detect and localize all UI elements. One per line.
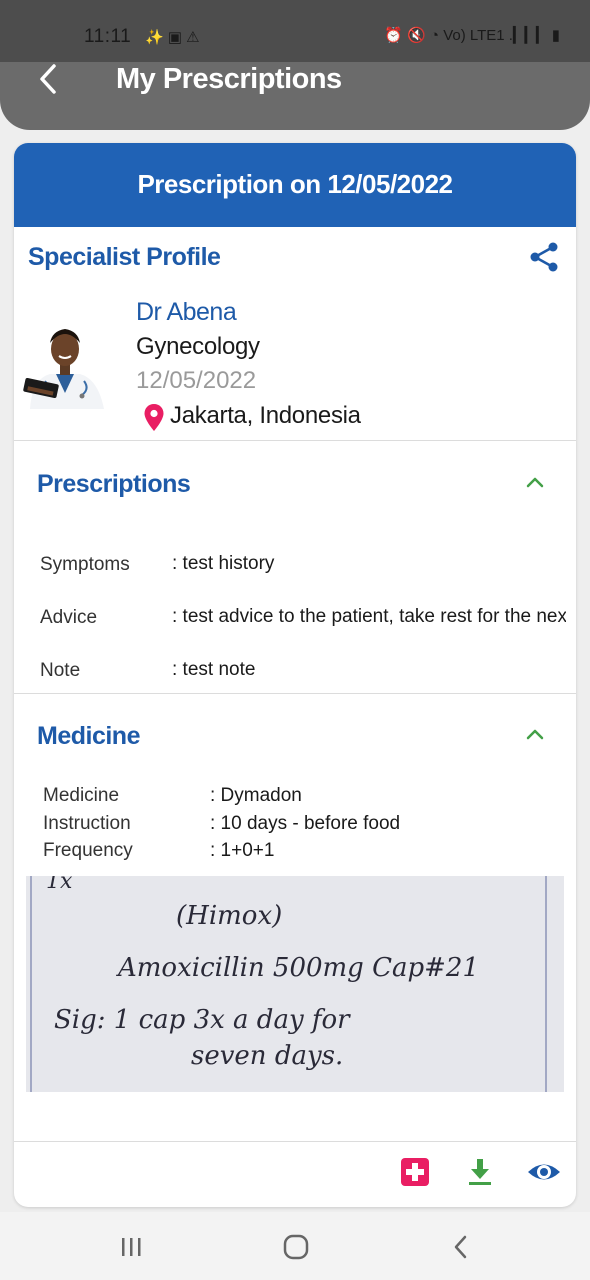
- back-icon[interactable]: [446, 1232, 476, 1262]
- prescription-header: Prescription on 12/05/2022: [14, 143, 576, 227]
- recent-apps-icon[interactable]: [116, 1232, 146, 1262]
- doctor-location-text: Jakarta, Indonesia: [170, 402, 361, 429]
- handwritten-line: Amoxicillin 500mg Cap#21: [116, 953, 479, 983]
- prescription-date: 12/05/2022: [136, 367, 257, 394]
- status-time: 11:11: [84, 26, 132, 47]
- doctor-name[interactable]: Dr Abena: [136, 298, 237, 327]
- doctor-specialty: Gynecology: [136, 333, 260, 360]
- medicine-section-title[interactable]: Medicine: [37, 722, 140, 751]
- symptoms-label: Symptoms: [40, 554, 130, 575]
- advice-value: : test advice to the patient, take rest …: [172, 606, 566, 627]
- back-arrow-icon[interactable]: [34, 62, 64, 98]
- location-pin-icon: [144, 404, 164, 431]
- medicine-value: : Dymadon: [210, 785, 302, 806]
- handwritten-line: (Himox): [176, 901, 282, 931]
- prescriptions-section-title[interactable]: Prescriptions: [37, 470, 191, 499]
- divider: [14, 693, 576, 694]
- medical-cross-icon[interactable]: [400, 1157, 430, 1187]
- instruction-label: Instruction: [43, 813, 131, 834]
- prescription-card: Prescription on 12/05/2022 Specialist Pr…: [14, 143, 576, 1207]
- prescription-header-title: Prescription on 12/05/2022: [137, 169, 453, 199]
- chevron-up-icon[interactable]: [525, 727, 545, 741]
- handwritten-line: Sig: 1 cap 3x a day for: [54, 1005, 351, 1035]
- page-title: My Prescriptions: [116, 63, 342, 95]
- note-label: Note: [40, 660, 81, 681]
- status-bar: 11:11 ✨ ▣ ⚠ ⏰ 🔇 ◔ Vo) LTE1 .▎▎▎ ▮: [0, 0, 590, 62]
- advice-label: Advice: [40, 607, 98, 628]
- chevron-up-icon[interactable]: [525, 475, 545, 489]
- app-bar: My Prescriptions: [0, 62, 590, 130]
- symptoms-value: : test history: [172, 553, 275, 574]
- divider: [14, 440, 576, 441]
- specialist-profile-title: Specialist Profile: [28, 243, 221, 271]
- status-left-icons: ✨ ▣ ⚠: [145, 29, 200, 46]
- handwritten-line: 1x: [46, 876, 73, 894]
- download-icon[interactable]: [465, 1157, 495, 1187]
- divider: [14, 1141, 576, 1142]
- prescription-image[interactable]: 1x (Himox) Amoxicillin 500mg Cap#21 Sig:…: [26, 876, 564, 1092]
- system-nav-bar: [0, 1212, 590, 1280]
- frequency-label: Frequency: [43, 840, 133, 861]
- handwritten-line: seven days.: [191, 1041, 343, 1071]
- note-value: : test note: [172, 659, 256, 680]
- medicine-label: Medicine: [43, 785, 120, 806]
- share-icon[interactable]: [528, 241, 560, 273]
- status-right-icons: ⏰ 🔇 ◔ Vo) LTE1 .▎▎▎ ▮: [384, 27, 560, 44]
- doctor-avatar: [20, 319, 110, 409]
- home-icon[interactable]: [281, 1232, 311, 1262]
- handwritten-prescription: 1x (Himox) Amoxicillin 500mg Cap#21 Sig:…: [26, 876, 564, 1092]
- eye-icon[interactable]: [526, 1157, 562, 1187]
- instruction-value: : 10 days - before food: [210, 813, 401, 834]
- frequency-value: : 1+0+1: [210, 840, 275, 861]
